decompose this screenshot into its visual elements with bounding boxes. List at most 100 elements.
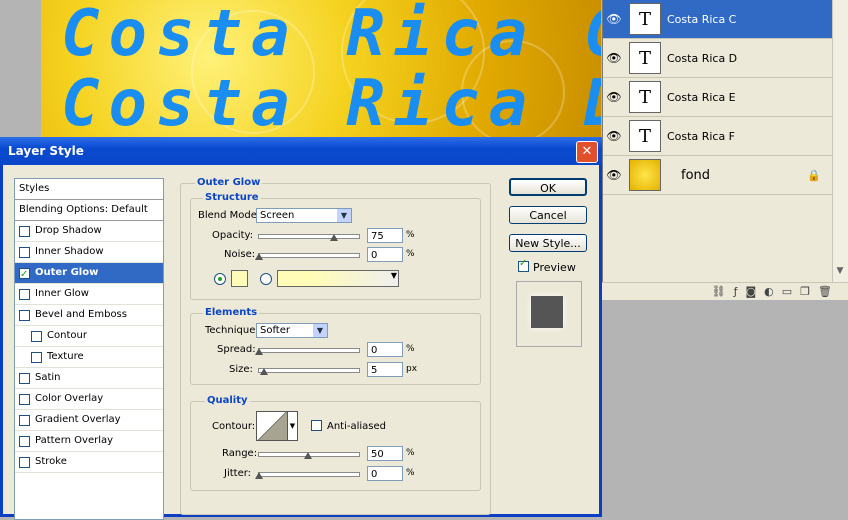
canvas-text-costa-rica-d: Costa Rica D bbox=[61, 67, 601, 140]
layer-row-costa-rica-e[interactable]: 👁 T Costa Rica E bbox=[603, 78, 833, 117]
scroll-down-arrow-icon[interactable]: ▼ bbox=[832, 266, 848, 280]
opacity-input[interactable]: 75 bbox=[367, 228, 403, 243]
solid-color-radio[interactable] bbox=[214, 273, 226, 285]
checkbox[interactable] bbox=[19, 414, 30, 426]
adjustment-layer-icon[interactable]: ◐ bbox=[764, 285, 774, 298]
range-slider-handle[interactable] bbox=[304, 452, 312, 459]
style-item-label: Stroke bbox=[35, 456, 67, 467]
checkbox[interactable] bbox=[19, 309, 30, 321]
range-input[interactable]: 50 bbox=[367, 446, 403, 461]
checkbox[interactable] bbox=[19, 265, 30, 285]
checkbox[interactable] bbox=[19, 246, 30, 258]
checkbox[interactable] bbox=[19, 288, 30, 300]
spread-slider[interactable] bbox=[258, 348, 360, 353]
style-item-stroke[interactable]: Stroke bbox=[15, 452, 163, 473]
style-item-label: Drop Shadow bbox=[35, 225, 102, 236]
technique-select[interactable]: Softer ▼ bbox=[256, 323, 328, 338]
lock-icon: 🔒 bbox=[807, 168, 821, 182]
style-item-inner-glow[interactable]: Inner Glow bbox=[15, 284, 163, 305]
visibility-eye-icon[interactable]: 👁 bbox=[603, 51, 625, 65]
preview-checkbox[interactable] bbox=[518, 258, 529, 272]
opacity-slider-handle[interactable] bbox=[330, 234, 338, 241]
anti-aliased-checkbox[interactable] bbox=[311, 420, 322, 431]
blend-mode-select[interactable]: Screen ▼ bbox=[256, 208, 352, 223]
jitter-input[interactable]: 0 bbox=[367, 466, 403, 481]
technique-label: Technique: bbox=[205, 325, 259, 336]
layer-row-costa-rica-d[interactable]: 👁 T Costa Rica D bbox=[603, 39, 833, 78]
checkbox[interactable] bbox=[31, 351, 42, 363]
glow-gradient-picker[interactable]: ▼ bbox=[277, 270, 399, 287]
style-preview-swatch bbox=[516, 281, 582, 347]
glow-color-swatch[interactable] bbox=[231, 270, 248, 287]
style-item-inner-shadow[interactable]: Inner Shadow bbox=[15, 242, 163, 263]
style-item-contour[interactable]: Contour bbox=[15, 326, 163, 347]
layers-scrollbar[interactable] bbox=[832, 0, 848, 282]
contour-picker[interactable] bbox=[256, 411, 288, 441]
size-slider-handle[interactable] bbox=[260, 368, 268, 375]
styles-header[interactable]: Styles bbox=[15, 179, 163, 200]
style-item-texture[interactable]: Texture bbox=[15, 347, 163, 368]
style-item-label: Gradient Overlay bbox=[35, 414, 121, 425]
layer-row-costa-rica-f[interactable]: 👁 T Costa Rica F bbox=[603, 117, 833, 156]
style-item-gradient-overlay[interactable]: Gradient Overlay bbox=[15, 410, 163, 431]
new-layer-icon[interactable]: ❐ bbox=[800, 285, 810, 298]
document-canvas[interactable]: Costa Rica C Costa Rica D bbox=[41, 0, 601, 140]
size-slider[interactable] bbox=[258, 368, 360, 373]
style-item-pattern-overlay[interactable]: Pattern Overlay bbox=[15, 431, 163, 452]
visibility-eye-icon[interactable]: 👁 bbox=[603, 12, 625, 26]
quality-title: Quality bbox=[205, 395, 250, 406]
spread-input[interactable]: 0 bbox=[367, 342, 403, 357]
checkbox[interactable] bbox=[19, 393, 30, 405]
layer-row-costa-rica-c[interactable]: 👁 T Costa Rica C bbox=[603, 0, 833, 39]
noise-slider-handle[interactable] bbox=[255, 253, 263, 260]
link-icon[interactable]: ⛓ bbox=[712, 285, 726, 298]
noise-unit: % bbox=[406, 249, 415, 259]
jitter-slider[interactable] bbox=[258, 472, 360, 477]
close-icon[interactable]: ✕ bbox=[576, 141, 598, 163]
contour-label: Contour: bbox=[212, 421, 256, 432]
checkbox[interactable] bbox=[19, 435, 30, 447]
style-item-bevel-emboss[interactable]: Bevel and Emboss bbox=[15, 305, 163, 326]
style-item-outer-glow[interactable]: Outer Glow bbox=[15, 263, 163, 285]
spread-unit: % bbox=[406, 344, 415, 354]
new-group-icon[interactable]: ▭ bbox=[782, 285, 792, 298]
style-item-color-overlay[interactable]: Color Overlay bbox=[15, 389, 163, 410]
preview-square bbox=[531, 296, 563, 328]
blending-options-item[interactable]: Blending Options: Default bbox=[15, 200, 163, 221]
spread-slider-handle[interactable] bbox=[255, 348, 263, 355]
styles-list: Styles Blending Options: Default Drop Sh… bbox=[14, 178, 164, 520]
noise-input[interactable]: 0 bbox=[367, 247, 403, 262]
dialog-titlebar[interactable]: Layer Style ✕ bbox=[0, 137, 602, 165]
checkbox[interactable] bbox=[19, 225, 30, 237]
checkbox[interactable] bbox=[19, 456, 30, 468]
checkbox[interactable] bbox=[31, 330, 42, 342]
style-item-drop-shadow[interactable]: Drop Shadow bbox=[15, 221, 163, 242]
layer-row-fond[interactable]: 👁 fond 🔒 bbox=[603, 156, 833, 195]
style-item-satin[interactable]: Satin bbox=[15, 368, 163, 389]
trash-icon[interactable]: 🗑 bbox=[818, 285, 832, 298]
noise-slider[interactable] bbox=[258, 253, 360, 258]
chevron-down-icon[interactable]: ▼ bbox=[287, 411, 298, 441]
blend-mode-value: Screen bbox=[260, 210, 295, 221]
mask-icon[interactable]: ◙ bbox=[745, 285, 756, 298]
new-style-button[interactable]: New Style... bbox=[509, 234, 587, 252]
technique-value: Softer bbox=[260, 325, 290, 336]
layer-style-icon[interactable]: ƒ bbox=[734, 285, 738, 298]
chevron-down-icon: ▼ bbox=[390, 271, 397, 280]
gradient-radio[interactable] bbox=[260, 273, 272, 285]
ok-button[interactable]: OK bbox=[509, 178, 587, 196]
jitter-unit: % bbox=[406, 468, 415, 478]
range-unit: % bbox=[406, 448, 415, 458]
style-item-label: Inner Shadow bbox=[35, 246, 104, 257]
range-label: Range: bbox=[222, 448, 258, 459]
checkbox[interactable] bbox=[19, 372, 30, 384]
opacity-slider[interactable] bbox=[258, 234, 360, 239]
layers-toolbar: ⛓ ƒ ◙ ◐ ▭ ❐ 🗑 bbox=[602, 282, 848, 300]
visibility-eye-icon[interactable]: 👁 bbox=[603, 168, 625, 182]
visibility-eye-icon[interactable]: 👁 bbox=[603, 129, 625, 143]
jitter-slider-handle[interactable] bbox=[255, 472, 263, 479]
layer-name: fond bbox=[681, 167, 711, 183]
visibility-eye-icon[interactable]: 👁 bbox=[603, 90, 625, 104]
size-input[interactable]: 5 bbox=[367, 362, 403, 377]
cancel-button[interactable]: Cancel bbox=[509, 206, 587, 224]
